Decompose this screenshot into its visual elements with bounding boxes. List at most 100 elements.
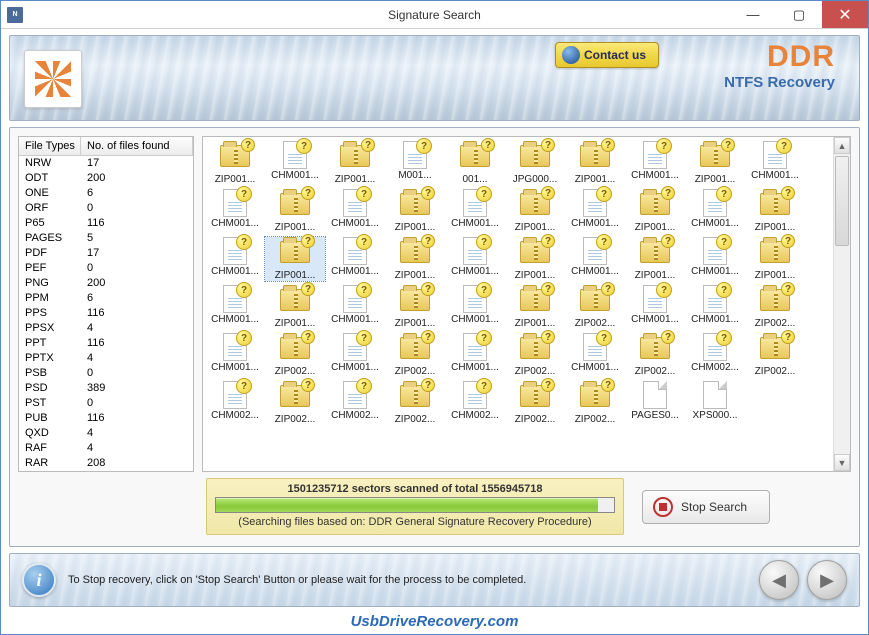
- progress-bar: [215, 497, 615, 513]
- table-row[interactable]: PPTX4: [19, 351, 193, 366]
- nav-back-button[interactable]: ◀: [759, 560, 799, 600]
- file-item[interactable]: ?ZIP001...: [505, 237, 565, 281]
- titlebar[interactable]: N Signature Search — ▢ ✕: [1, 1, 868, 29]
- stop-search-button[interactable]: Stop Search: [642, 490, 770, 524]
- file-item[interactable]: ?ZIP002...: [265, 333, 325, 377]
- file-item[interactable]: XPS000...: [685, 381, 745, 425]
- file-item[interactable]: CHM001...: [745, 141, 805, 185]
- file-item[interactable]: ?ZIP001...: [205, 141, 265, 185]
- table-row[interactable]: PDF17: [19, 246, 193, 261]
- file-item[interactable]: CHM001...: [565, 237, 625, 281]
- file-item[interactable]: ?JPG000...: [505, 141, 565, 185]
- file-item[interactable]: CHM001...: [445, 237, 505, 281]
- nav-next-button[interactable]: ▶: [807, 560, 847, 600]
- table-row[interactable]: PPM6: [19, 291, 193, 306]
- table-row[interactable]: ODT200: [19, 171, 193, 186]
- file-item[interactable]: ?ZIP001...: [565, 141, 625, 185]
- file-item[interactable]: CHM001...: [265, 141, 325, 185]
- file-item[interactable]: CHM001...: [205, 333, 265, 377]
- file-item[interactable]: ?ZIP002...: [265, 381, 325, 425]
- file-item[interactable]: CHM001...: [625, 141, 685, 185]
- file-item[interactable]: CHM002...: [445, 381, 505, 425]
- scroll-track[interactable]: [834, 154, 850, 454]
- table-row[interactable]: PSD389: [19, 381, 193, 396]
- file-grid[interactable]: ?ZIP001...CHM001...?ZIP001...M001...?001…: [203, 137, 833, 471]
- file-item[interactable]: CHM001...: [445, 333, 505, 377]
- file-item[interactable]: CHM001...: [565, 333, 625, 377]
- file-item[interactable]: M001...: [385, 141, 445, 185]
- file-item[interactable]: CHM001...: [325, 285, 385, 329]
- table-row[interactable]: PSB0: [19, 366, 193, 381]
- file-item[interactable]: ?ZIP001...: [625, 237, 685, 281]
- table-row[interactable]: NRW17: [19, 156, 193, 171]
- file-item[interactable]: ?ZIP001...: [265, 237, 325, 281]
- file-item[interactable]: ?ZIP001...: [505, 285, 565, 329]
- file-item[interactable]: CHM001...: [445, 189, 505, 233]
- file-item[interactable]: CHM002...: [685, 333, 745, 377]
- file-item[interactable]: ?ZIP002...: [505, 381, 565, 425]
- table-row[interactable]: ORF0: [19, 201, 193, 216]
- file-item[interactable]: ?ZIP001...: [385, 189, 445, 233]
- file-item[interactable]: ?ZIP001...: [745, 189, 805, 233]
- file-item[interactable]: CHM002...: [205, 381, 265, 425]
- file-item[interactable]: ?ZIP001...: [265, 189, 325, 233]
- table-row[interactable]: RAF4: [19, 441, 193, 456]
- file-item[interactable]: ?ZIP002...: [625, 333, 685, 377]
- file-item[interactable]: ?ZIP001...: [385, 285, 445, 329]
- close-button[interactable]: ✕: [822, 1, 868, 28]
- table-row[interactable]: PPS116: [19, 306, 193, 321]
- table-row[interactable]: PUB116: [19, 411, 193, 426]
- vertical-scrollbar[interactable]: ▲ ▼: [833, 137, 850, 471]
- file-item[interactable]: CHM001...: [325, 333, 385, 377]
- file-item[interactable]: CHM001...: [205, 285, 265, 329]
- file-item[interactable]: CHM001...: [325, 237, 385, 281]
- scroll-up-button[interactable]: ▲: [834, 137, 850, 154]
- file-item[interactable]: [745, 381, 805, 425]
- table-row[interactable]: PPT116: [19, 336, 193, 351]
- file-item[interactable]: ?001...: [445, 141, 505, 185]
- file-item[interactable]: CHM001...: [685, 285, 745, 329]
- file-item[interactable]: ?ZIP002...: [505, 333, 565, 377]
- file-item[interactable]: ?ZIP002...: [565, 285, 625, 329]
- table-row[interactable]: PST0: [19, 396, 193, 411]
- file-item[interactable]: ?ZIP001...: [265, 285, 325, 329]
- table-row[interactable]: QXD4: [19, 426, 193, 441]
- file-item[interactable]: CHM001...: [205, 189, 265, 233]
- file-item[interactable]: CHM001...: [325, 189, 385, 233]
- table-row[interactable]: RAR208: [19, 456, 193, 471]
- table-row[interactable]: ONE6: [19, 186, 193, 201]
- file-item[interactable]: CHM001...: [625, 285, 685, 329]
- file-label: CHM002...: [445, 410, 505, 421]
- file-item[interactable]: CHM001...: [685, 237, 745, 281]
- table-body[interactable]: NRW17ODT200ONE6ORF0P65116PAGES5PDF17PEF0…: [19, 156, 193, 471]
- file-item[interactable]: ?ZIP002...: [565, 381, 625, 425]
- file-item[interactable]: CHM002...: [325, 381, 385, 425]
- contact-us-button[interactable]: Contact us: [555, 42, 659, 68]
- file-item[interactable]: PAGES0...: [625, 381, 685, 425]
- table-row[interactable]: PPSX4: [19, 321, 193, 336]
- file-item[interactable]: ?ZIP001...: [385, 237, 445, 281]
- col-files-found[interactable]: No. of files found: [81, 137, 193, 155]
- file-item[interactable]: ?ZIP002...: [745, 285, 805, 329]
- file-item[interactable]: ?ZIP002...: [745, 333, 805, 377]
- table-row[interactable]: PNG200: [19, 276, 193, 291]
- file-item[interactable]: ?ZIP001...: [685, 141, 745, 185]
- file-item[interactable]: ?ZIP001...: [505, 189, 565, 233]
- file-item[interactable]: CHM001...: [205, 237, 265, 281]
- file-item[interactable]: ?ZIP002...: [385, 333, 445, 377]
- file-item[interactable]: ?ZIP001...: [745, 237, 805, 281]
- maximize-button[interactable]: ▢: [776, 1, 822, 28]
- file-item[interactable]: CHM001...: [565, 189, 625, 233]
- file-item[interactable]: ?ZIP002...: [385, 381, 445, 425]
- col-file-types[interactable]: File Types: [19, 137, 81, 155]
- scroll-down-button[interactable]: ▼: [834, 454, 850, 471]
- file-item[interactable]: ?ZIP001...: [325, 141, 385, 185]
- table-row[interactable]: P65116: [19, 216, 193, 231]
- minimize-button[interactable]: —: [730, 1, 776, 28]
- file-item[interactable]: CHM001...: [445, 285, 505, 329]
- file-item[interactable]: CHM001...: [685, 189, 745, 233]
- file-item[interactable]: ?ZIP001...: [625, 189, 685, 233]
- table-row[interactable]: PAGES5: [19, 231, 193, 246]
- scroll-thumb[interactable]: [835, 156, 849, 246]
- table-row[interactable]: PEF0: [19, 261, 193, 276]
